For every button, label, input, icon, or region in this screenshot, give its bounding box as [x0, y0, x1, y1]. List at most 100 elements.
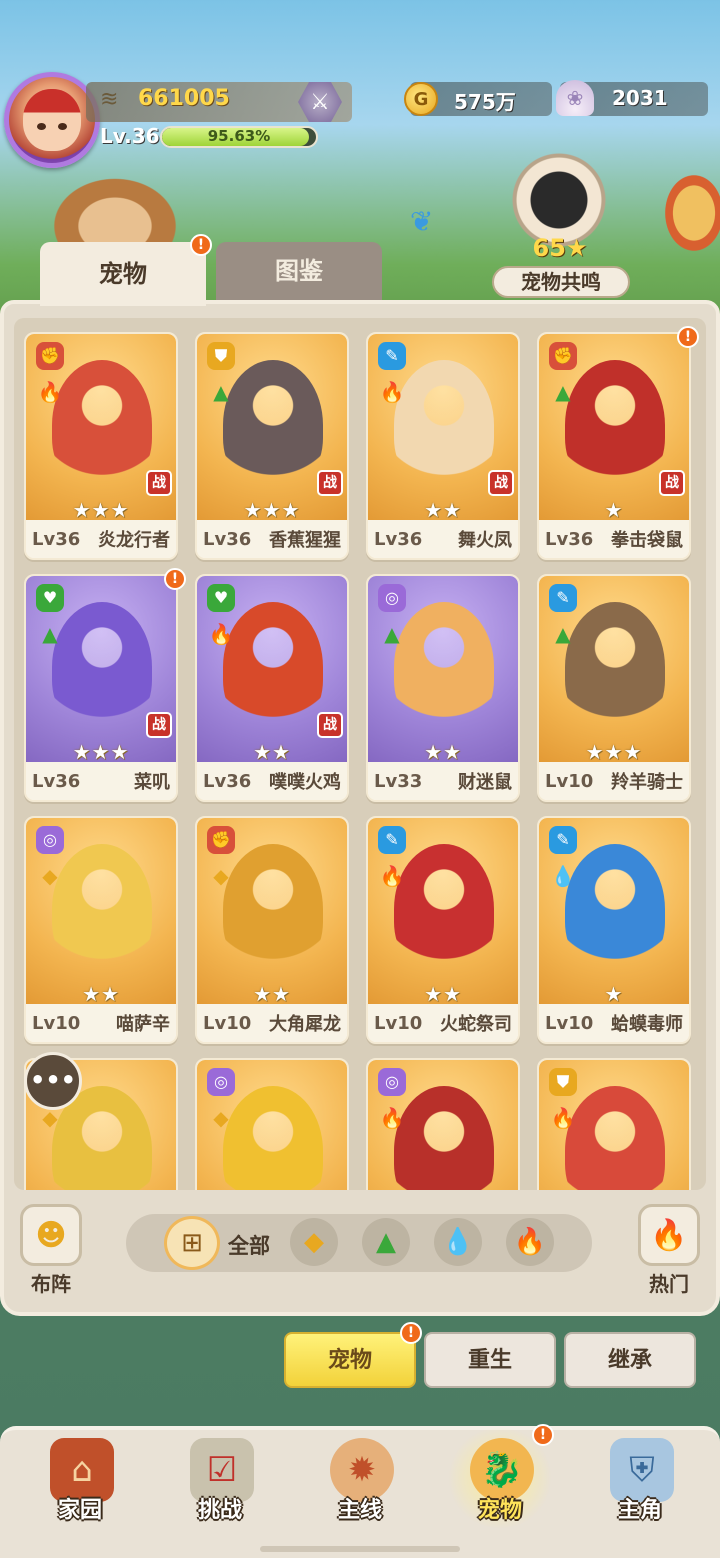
in-battle-tag: 战 — [488, 470, 514, 496]
pet-creature-illustration — [52, 602, 152, 732]
background-rooster-illustration — [652, 158, 720, 268]
nav-pets-label: 宠物 — [477, 1498, 522, 1523]
pet-card-footer: Lv36 炎龙行者 — [26, 520, 176, 558]
pet-creature-illustration — [565, 360, 665, 490]
nav-pets[interactable]: 🐉 宠物 — [440, 1428, 560, 1548]
filter-water-button[interactable]: 💧 — [434, 1218, 482, 1266]
resonance-star-count: 65★ — [532, 234, 588, 262]
pet-portrait: ✎ ▲ ★★★ — [539, 576, 689, 764]
pet-card[interactable]: ◎ 🔥 — [366, 1058, 520, 1190]
pet-name: 拳击袋鼠 — [611, 530, 683, 551]
rebirth-button[interactable]: 重生 — [424, 1332, 556, 1388]
pet-card[interactable]: ✎ 💧 ★ Lv10 蛤蟆毒师 — [537, 816, 691, 1044]
tab-pets[interactable]: 宠物 — [40, 242, 206, 306]
pet-star-rating: ★★ — [424, 740, 462, 764]
pet-star-rating: ★ — [604, 498, 624, 522]
pet-card[interactable]: ⛊ 🔥 — [537, 1058, 691, 1190]
pet-creature-illustration — [52, 360, 152, 490]
pet-card[interactable]: ✎ ▲ ★★★ Lv10 羚羊骑士 — [537, 574, 691, 802]
pet-star-rating: ★★ — [424, 498, 462, 522]
pet-card[interactable]: ✎ 🔥 ★★ Lv10 火蛇祭司 — [366, 816, 520, 1044]
pet-class-wand-icon: ✎ — [378, 826, 406, 854]
pet-level: Lv36 — [203, 528, 252, 550]
in-battle-tag: 战 — [146, 470, 172, 496]
in-battle-tag: 战 — [317, 712, 343, 738]
filter-all-button[interactable]: ⊞ — [164, 1216, 220, 1270]
filter-all-label: 全部 — [228, 1234, 270, 1258]
shell-icon: ❀ — [556, 80, 594, 116]
pet-card[interactable]: ⛊ ▲ 战 ★★★ Lv36 香蕉猩猩 — [195, 332, 349, 560]
pet-level: Lv10 — [374, 1012, 423, 1034]
pet-portrait: ◎ ◆ ★★ — [26, 818, 176, 1006]
pet-card[interactable]: ◎ ◆ ★★ Lv10 喵萨辛 — [24, 816, 178, 1044]
pet-alert-badge: ! — [677, 326, 699, 348]
pet-creature-illustration — [565, 844, 665, 974]
nav-challenge[interactable]: ☑ 挑战 — [160, 1428, 280, 1548]
pet-class-heart-icon: ♥ — [36, 584, 64, 612]
nav-mainline[interactable]: ✹ 主线 — [300, 1428, 420, 1548]
pet-alert-badge: ! — [164, 568, 186, 590]
pet-portrait: ♥ ▲ 战 ★★★ — [26, 576, 176, 764]
fire-element-icon: 🔥 — [513, 1227, 547, 1257]
pet-card[interactable]: ♥ 🔥 战 ★★ Lv36 噗噗火鸡 — [195, 574, 349, 802]
inherit-button[interactable]: 继承 — [564, 1332, 696, 1388]
pet-portrait: ♥ 🔥 战 ★★ — [197, 576, 347, 764]
tab-pets-alert-badge: ! — [190, 234, 212, 256]
pet-element-fire-icon: 🔥 — [379, 864, 405, 888]
flame-icon: 🔥 — [650, 1217, 688, 1253]
pet-element-fire-icon: 🔥 — [208, 622, 234, 646]
pet-action-button[interactable]: 宠物 — [284, 1332, 416, 1388]
pet-card-footer: Lv10 喵萨辛 — [26, 1004, 176, 1042]
pet-class-fist-icon: ✊ — [36, 342, 64, 370]
pet-star-rating: ★★ — [424, 982, 462, 1006]
pet-creature-illustration — [223, 844, 323, 974]
pet-portrait: ✊ ▲ 战 ★ — [539, 334, 689, 522]
hot-sort-button[interactable]: 🔥 — [638, 1204, 700, 1266]
nav-hero[interactable]: ⛨ 主角 — [580, 1428, 700, 1548]
pet-star-rating: ★★ — [82, 982, 120, 1006]
power-wings-icon: ≋ — [100, 87, 119, 112]
nav-hero-label: 主角 — [617, 1498, 662, 1523]
pet-name: 舞火凤 — [458, 530, 512, 551]
pet-card[interactable]: ◎ ◆ — [195, 1058, 349, 1190]
tab-codex[interactable]: 图鉴 — [216, 242, 382, 300]
nav-mainline-label: 主线 — [337, 1498, 382, 1523]
shell-value: 2031 — [612, 86, 668, 110]
filter-earth-button[interactable]: ◆ — [290, 1218, 338, 1266]
pet-class-heart-icon: ♥ — [207, 584, 235, 612]
pet-card[interactable]: ✊ ◆ ★★ Lv10 大角犀龙 — [195, 816, 349, 1044]
pet-name: 菜叽 — [134, 772, 170, 793]
pet-card-footer: Lv36 菜叽 — [26, 762, 176, 800]
pet-portrait: ✎ 💧 ★ — [539, 818, 689, 1006]
pet-portrait: ✊ 🔥 战 ★★★ — [26, 334, 176, 522]
pet-element-fire-icon: 🔥 — [379, 1106, 405, 1130]
pet-star-rating: ★★★ — [72, 498, 130, 522]
grass-element-icon: ▲ — [376, 1227, 396, 1257]
pet-star-rating: ★★★ — [72, 740, 130, 764]
pet-card[interactable]: ♥ ▲ 战 ★★★ Lv36 菜叽 — [24, 574, 178, 802]
chat-bubble-icon[interactable]: ••• — [24, 1052, 82, 1110]
pet-creature-illustration — [223, 1086, 323, 1190]
pet-card[interactable]: ✎ 🔥 战 ★★ Lv36 舞火凤 — [366, 332, 520, 560]
pet-card-footer: Lv36 香蕉猩猩 — [197, 520, 347, 558]
pet-portrait: ⛊ ▲ 战 ★★★ — [197, 334, 347, 522]
in-battle-tag: 战 — [317, 470, 343, 496]
pet-card[interactable]: ◎ ▲ ★★ Lv33 财迷鼠 — [366, 574, 520, 802]
butterfly-icon: ❦ — [410, 205, 434, 238]
pet-class-shield-icon: ⛊ — [207, 342, 235, 370]
pet-card[interactable]: ✊ ▲ 战 ★ Lv36 拳击袋鼠 — [537, 332, 691, 560]
home-indicator-bar — [260, 1546, 460, 1552]
pet-portrait: ◎ ▲ ★★ — [368, 576, 518, 764]
combat-power-value: 661005 — [138, 86, 230, 111]
nav-home[interactable]: ⌂ 家园 — [20, 1428, 140, 1548]
pet-element-earth-icon: ◆ — [213, 864, 229, 888]
filter-grass-button[interactable]: ▲ — [362, 1218, 410, 1266]
pet-portrait: ⛊ 🔥 — [539, 1060, 689, 1190]
pet-element-grass-icon: ▲ — [384, 622, 400, 646]
pet-element-grass-icon: ▲ — [42, 622, 58, 646]
formation-button[interactable]: ☻ — [20, 1204, 82, 1266]
resonance-label[interactable]: 宠物共鸣 — [492, 266, 630, 298]
pet-card[interactable]: ✊ 🔥 战 ★★★ Lv36 炎龙行者 — [24, 332, 178, 560]
filter-fire-button[interactable]: 🔥 — [506, 1218, 554, 1266]
pet-card-footer: Lv10 大角犀龙 — [197, 1004, 347, 1042]
